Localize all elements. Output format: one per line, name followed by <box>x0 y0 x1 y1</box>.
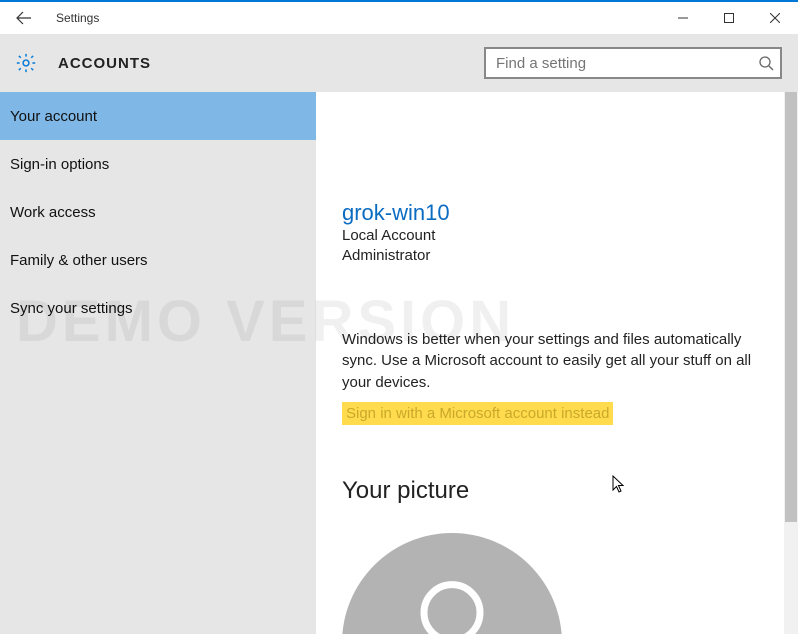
scroll-thumb[interactable] <box>785 92 797 522</box>
scrollbar[interactable] <box>784 92 798 634</box>
back-button[interactable] <box>0 2 48 34</box>
window-controls <box>660 2 798 34</box>
signin-microsoft-link[interactable]: Sign in with a Microsoft account instead <box>342 402 613 425</box>
header: ACCOUNTS <box>0 34 798 92</box>
sidebar-item-work-access[interactable]: Work access <box>0 188 316 236</box>
sidebar-item-family-users[interactable]: Family & other users <box>0 236 316 284</box>
avatar <box>342 533 562 634</box>
account-type: Local Account <box>342 226 758 246</box>
title-bar: Settings <box>0 2 798 34</box>
sidebar: Your account Sign-in options Work access… <box>0 92 316 634</box>
your-picture-heading: Your picture <box>342 477 758 505</box>
sync-description: Windows is better when your settings and… <box>342 329 758 394</box>
sidebar-item-label: Sign-in options <box>10 156 109 173</box>
sidebar-item-sync-settings[interactable]: Sync your settings <box>0 284 316 332</box>
maximize-button[interactable] <box>706 2 752 34</box>
account-role: Administrator <box>342 246 758 266</box>
search-input[interactable] <box>484 47 782 79</box>
account-username: grok-win10 <box>342 200 758 226</box>
sidebar-item-label: Work access <box>10 204 96 221</box>
search-container <box>484 47 782 79</box>
gear-icon <box>12 49 40 77</box>
sidebar-item-label: Sync your settings <box>10 300 133 317</box>
sidebar-item-label: Your account <box>10 108 97 125</box>
content-area: grok-win10 Local Account Administrator W… <box>316 92 798 634</box>
page-section-title: ACCOUNTS <box>58 55 151 72</box>
sidebar-item-signin-options[interactable]: Sign-in options <box>0 140 316 188</box>
window-title: Settings <box>48 11 99 25</box>
sidebar-item-your-account[interactable]: Your account <box>0 92 316 140</box>
sidebar-item-label: Family & other users <box>10 252 148 269</box>
close-button[interactable] <box>752 2 798 34</box>
minimize-button[interactable] <box>660 2 706 34</box>
search-icon <box>758 55 774 76</box>
